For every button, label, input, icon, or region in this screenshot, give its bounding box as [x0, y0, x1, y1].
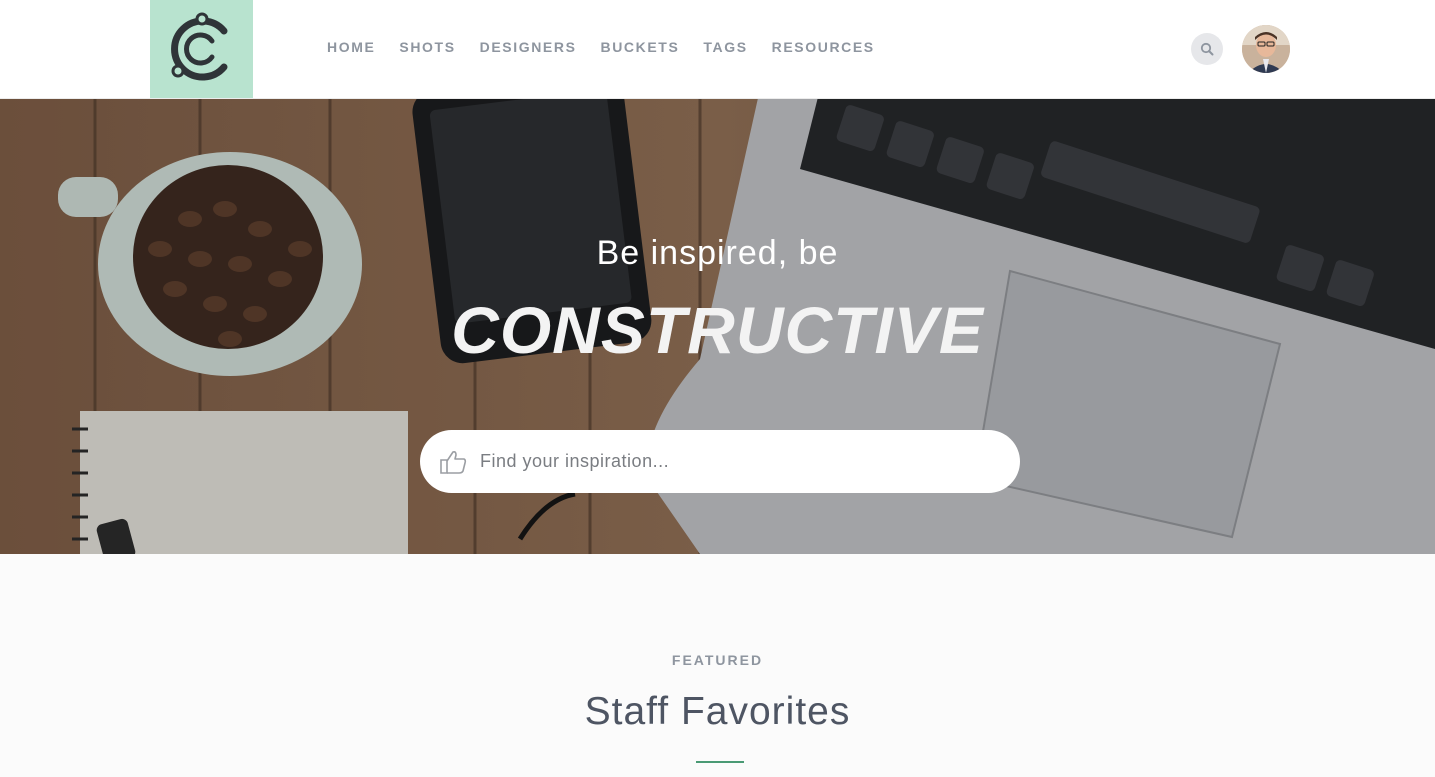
hero-search-input[interactable] — [480, 451, 960, 472]
c-circuit-logo-icon — [170, 12, 227, 81]
nav-resources[interactable]: RESOURCES — [772, 39, 875, 55]
featured-eyebrow: FEATURED — [671, 652, 764, 668]
avatar-image — [1242, 25, 1290, 73]
title-underline — [696, 761, 744, 763]
nav-tags[interactable]: TAGS — [703, 39, 747, 55]
thumbs-up-icon — [440, 450, 467, 474]
hero-title: CONSTRUCTIVE — [451, 293, 984, 367]
logo[interactable] — [150, 0, 253, 98]
search-icon — [1200, 42, 1214, 56]
hero-search[interactable] — [420, 430, 1020, 493]
hero-banner: Be inspired, be CONSTRUCTIVE — [0, 99, 1435, 554]
nav-designers[interactable]: DESIGNERS — [480, 39, 577, 55]
header-search-button[interactable] — [1191, 33, 1223, 65]
user-avatar[interactable] — [1242, 25, 1290, 73]
main-nav: HOME SHOTS DESIGNERS BUCKETS TAGS RESOUR… — [327, 39, 875, 55]
hero-subtitle: Be inspired, be — [596, 234, 839, 272]
nav-home[interactable]: HOME — [327, 39, 375, 55]
nav-buckets[interactable]: BUCKETS — [601, 39, 680, 55]
featured-title: Staff Favorites — [584, 690, 851, 733]
site-header: HOME SHOTS DESIGNERS BUCKETS TAGS RESOUR… — [0, 0, 1435, 99]
nav-shots[interactable]: SHOTS — [399, 39, 455, 55]
